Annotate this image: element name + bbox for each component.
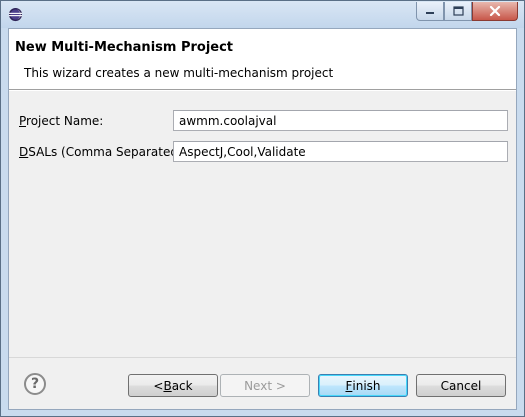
dsals-mnemonic: D: [19, 145, 29, 159]
back-prefix: <: [153, 378, 164, 393]
dsals-label: DSALs (Comma Separated):: [19, 145, 187, 159]
help-icon: ?: [30, 376, 40, 392]
close-button[interactable]: [472, 2, 518, 21]
footer-divider: [9, 357, 516, 358]
maximize-button[interactable]: [444, 2, 472, 21]
minimize-button[interactable]: [416, 2, 444, 21]
project-name-label: Project Name:: [19, 114, 103, 128]
banner-divider: [9, 90, 516, 91]
close-icon: [489, 6, 501, 16]
project-name-input[interactable]: [173, 110, 508, 131]
wizard-window: New Multi-Mechanism Project This wizard …: [0, 0, 525, 417]
project-name-mnemonic: P: [19, 114, 27, 128]
dsals-label-text: SALs (Comma Separated):: [28, 145, 187, 159]
wizard-client-area: New Multi-Mechanism Project This wizard …: [8, 28, 517, 410]
project-name-label-text: roject Name:: [26, 114, 104, 128]
back-mnemonic: B: [163, 378, 172, 393]
back-button[interactable]: < Back: [128, 374, 218, 397]
finish-label: inish: [352, 378, 381, 393]
wizard-title: New Multi-Mechanism Project: [15, 40, 234, 55]
finish-button[interactable]: Finish: [318, 374, 408, 397]
next-button[interactable]: Next >: [220, 374, 310, 397]
maximize-icon: [452, 6, 464, 16]
wizard-banner: New Multi-Mechanism Project This wizard …: [9, 29, 516, 90]
cancel-button[interactable]: Cancel: [416, 374, 506, 397]
finish-mnemonic: F: [345, 378, 353, 393]
minimize-icon: [426, 12, 434, 14]
title-bar[interactable]: [1, 1, 524, 28]
back-label: ack: [171, 378, 193, 393]
eclipse-icon: [8, 7, 23, 22]
wizard-description: This wizard creates a new multi-mechanis…: [24, 66, 334, 80]
dsals-input[interactable]: [173, 141, 508, 162]
help-button[interactable]: ?: [24, 373, 46, 395]
